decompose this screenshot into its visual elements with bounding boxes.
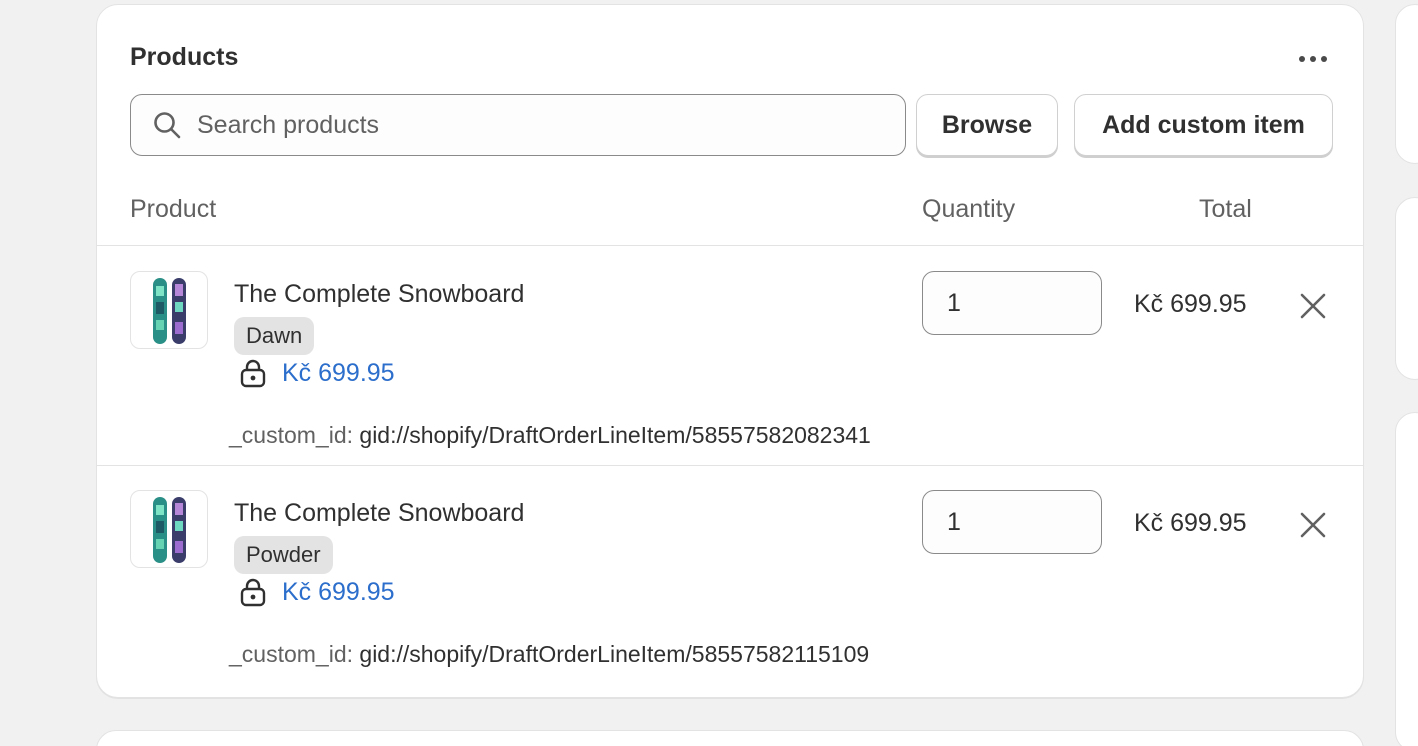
line-item-row: The Complete Snowboard Dawn Kč 699.95 _c… (97, 246, 1363, 465)
quantity-input[interactable] (945, 506, 1099, 538)
custom-property: _custom_id: gid://shopify/DraftOrderLine… (229, 641, 869, 668)
remove-item-button[interactable] (1297, 509, 1329, 541)
side-card-2 (1395, 197, 1418, 380)
product-name[interactable]: The Complete Snowboard (234, 499, 524, 528)
card-title: Products (130, 43, 239, 71)
product-name[interactable]: The Complete Snowboard (234, 280, 524, 309)
unit-price-link[interactable]: Kč 699.95 (282, 578, 395, 607)
next-card (96, 730, 1364, 746)
variant-badge: Dawn (234, 317, 315, 355)
search-field[interactable] (130, 94, 906, 156)
close-icon (1300, 512, 1326, 538)
browse-button[interactable]: Browse (916, 94, 1058, 156)
column-header-quantity: Quantity (922, 195, 1016, 223)
quantity-input[interactable] (945, 287, 1099, 319)
custom-property-key: _custom_id: (229, 641, 354, 667)
custom-property-key: _custom_id: (229, 422, 354, 448)
custom-property-value: gid://shopify/DraftOrderLineItem/5855758… (359, 422, 871, 448)
quantity-field[interactable] (922, 271, 1102, 335)
page: Products Browse Add custom item Product … (0, 0, 1418, 746)
unit-price-link[interactable]: Kč 699.95 (282, 359, 395, 388)
search-input[interactable] (195, 109, 879, 141)
line-item-row: The Complete Snowboard Powder Kč 699.95 … (97, 466, 1363, 696)
line-total: Kč 699.95 (1134, 290, 1247, 318)
custom-property-value: gid://shopify/DraftOrderLineItem/5855758… (359, 641, 870, 667)
side-card-3 (1395, 412, 1418, 746)
remove-item-button[interactable] (1297, 290, 1329, 322)
variant-badge: Powder (234, 536, 333, 574)
column-header-total: Total (1199, 195, 1252, 223)
quantity-field[interactable] (922, 490, 1102, 554)
product-thumbnail[interactable] (130, 490, 208, 568)
products-card: Products Browse Add custom item Product … (96, 4, 1364, 698)
unit-price: Kč 699.95 (238, 358, 395, 388)
side-card-1 (1395, 4, 1418, 164)
more-actions-button[interactable] (1293, 45, 1333, 73)
lock-icon (240, 359, 266, 388)
snowboard-thumbnail (153, 278, 186, 344)
close-icon (1300, 293, 1326, 319)
line-total: Kč 699.95 (1134, 509, 1247, 537)
add-custom-item-button[interactable]: Add custom item (1074, 94, 1333, 156)
search-icon (149, 107, 185, 143)
product-thumbnail[interactable] (130, 271, 208, 349)
unit-price: Kč 699.95 (238, 577, 395, 607)
more-dot (1321, 56, 1327, 62)
more-horizontal-icon (1299, 56, 1305, 62)
more-dot (1310, 56, 1316, 62)
snowboard-thumbnail (153, 497, 186, 563)
custom-property: _custom_id: gid://shopify/DraftOrderLine… (229, 422, 871, 449)
lock-icon (240, 578, 266, 607)
column-header-product: Product (130, 195, 217, 223)
